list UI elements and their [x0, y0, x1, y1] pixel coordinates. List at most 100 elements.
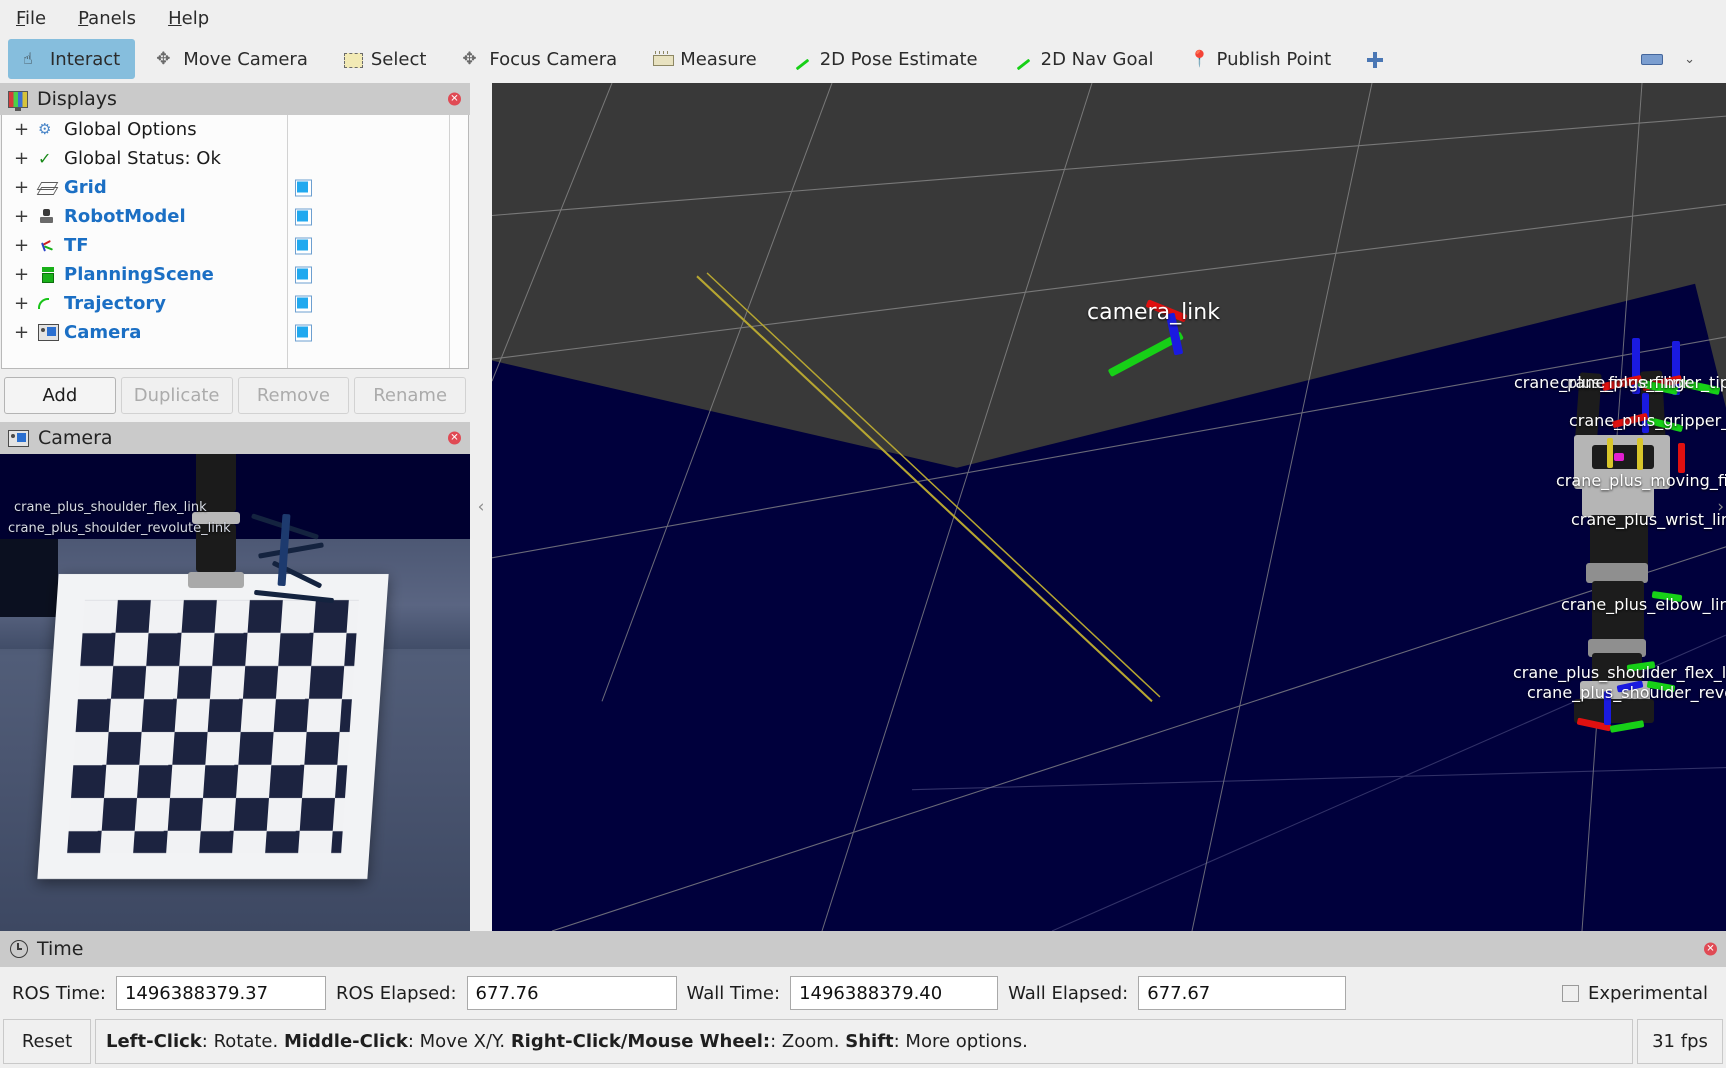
display-item-label: Grid [64, 177, 107, 198]
experimental-toggle[interactable]: Experimental [1561, 983, 1714, 1004]
wall-elapsed-label: Wall Elapsed: [1008, 982, 1129, 1004]
rename-button[interactable]: Rename [354, 377, 466, 414]
ros-elapsed-input[interactable]: 677.76 [466, 976, 677, 1010]
grid-icon [38, 182, 64, 194]
tool-interact[interactable]: ☝ Interact [8, 39, 136, 79]
expander-icon[interactable]: + [14, 206, 38, 227]
3d-render-view[interactable]: camera_link crane_plus_finger_link crane… [492, 83, 1726, 931]
camera-tf-label: crane_plus_shoulder_revolute_link [8, 521, 231, 536]
display-enable-checkbox[interactable] [295, 295, 312, 312]
panel-splitter[interactable]: ‹ [470, 83, 492, 931]
displays-icon [8, 90, 28, 111]
expander-icon[interactable]: + [14, 264, 38, 285]
menu-help[interactable]: Help [166, 6, 211, 31]
tf-label-camera-link: camera_link [1087, 300, 1220, 325]
robot-icon [38, 209, 64, 224]
tool-publish-point[interactable]: 📍 Publish Point [1175, 39, 1347, 79]
close-icon[interactable]: ✕ [448, 431, 461, 445]
tool-2d-nav-goal-label: 2D Nav Goal [1040, 48, 1154, 70]
tf-label-shoulder-revolute-link: crane_plus_shoulder_revolute_link [1527, 683, 1726, 702]
ros-time-input[interactable]: 1496388379.37 [115, 976, 326, 1010]
display-item-label: PlanningScene [64, 264, 214, 285]
tool-2d-pose-estimate[interactable]: 2D Pose Estimate [778, 39, 993, 79]
display-enable-checkbox[interactable] [295, 266, 312, 283]
experimental-checkbox[interactable] [1561, 984, 1579, 1002]
chevron-left-icon[interactable]: ‹ [478, 497, 485, 517]
tool-measure-label: Measure [680, 48, 757, 70]
tool-measure[interactable]: Measure [638, 39, 772, 79]
select-icon [343, 50, 364, 68]
display-item-grid[interactable]: + Grid [2, 173, 468, 202]
tool-select[interactable]: Select [329, 39, 442, 79]
plus-icon [1367, 50, 1387, 68]
reset-button[interactable]: Reset [3, 1019, 91, 1064]
add-button[interactable]: Add [4, 377, 116, 414]
tool-select-label: Select [370, 48, 427, 70]
menubar: File Panels Help [0, 0, 1726, 36]
duplicate-button[interactable]: Duplicate [120, 377, 233, 414]
tool-move-camera[interactable]: ✥ Move Camera [141, 39, 323, 79]
wall-time-input[interactable]: 1496388379.40 [790, 976, 999, 1010]
close-icon[interactable]: ✕ [1704, 942, 1717, 956]
display-item-tf[interactable]: + TF [2, 231, 468, 260]
tf-label-moving-finger-link: crane_plus_moving_finger_link [1556, 471, 1726, 490]
expander-icon[interactable]: + [14, 235, 38, 256]
chevron-right-icon[interactable]: › [1717, 497, 1724, 517]
expander-icon[interactable]: + [14, 119, 38, 140]
wall-elapsed-input[interactable]: 677.67 [1138, 976, 1347, 1010]
remove-button[interactable]: Remove [237, 377, 350, 414]
display-enable-checkbox[interactable] [295, 324, 312, 341]
camera-panel-title: Camera [38, 427, 113, 449]
tf-axes-icon [38, 238, 64, 253]
toolbar-minimize-button[interactable]: ⌄ [1626, 39, 1720, 79]
display-enable-checkbox[interactable] [295, 237, 312, 254]
display-item-global-options[interactable]: + ⚙ Global Options [2, 115, 468, 144]
tf-label-elbow-link: crane_plus_elbow_link [1561, 595, 1726, 614]
help-text-2: : Move X/Y. [407, 1031, 511, 1052]
expander-icon[interactable]: + [14, 322, 38, 343]
tool-focus-camera[interactable]: ✥ Focus Camera [447, 39, 632, 79]
display-enable-checkbox[interactable] [295, 179, 312, 196]
move-camera-icon: ✥ [156, 49, 171, 69]
close-icon[interactable]: ✕ [448, 92, 461, 106]
rviz-window: File Panels Help ☝ Interact ✥ Move Camer… [0, 0, 1726, 1068]
display-item-label: Global Status: Ok [64, 148, 221, 169]
displays-tree[interactable]: + ⚙ Global Options + ✓ Global Status: Ok… [1, 115, 469, 369]
display-item-camera[interactable]: + Camera [2, 318, 468, 347]
tool-publish-point-label: Publish Point [1216, 48, 1332, 70]
help-shift: Shift [845, 1031, 894, 1052]
display-item-trajectory[interactable]: + Trajectory [2, 289, 468, 318]
map-pin-icon: 📍 [1189, 49, 1210, 68]
clock-icon [10, 940, 28, 958]
menu-panels[interactable]: Panels [76, 6, 138, 31]
left-dock: Displays ✕ + ⚙ Global Options + ✓ Global… [0, 83, 470, 931]
tool-2d-nav-goal[interactable]: 2D Nav Goal [999, 39, 1169, 79]
display-item-robotmodel[interactable]: + RobotModel [2, 202, 468, 231]
display-item-label: Camera [64, 322, 142, 343]
camera-icon [8, 429, 29, 447]
ros-time-label: ROS Time: [12, 982, 106, 1004]
menu-file[interactable]: File [14, 6, 48, 31]
expander-icon[interactable]: + [14, 293, 38, 314]
tool-move-camera-label: Move Camera [183, 48, 308, 70]
camera-panel: Camera ✕ crane_plus_shoulder_flex_link c… [0, 422, 470, 931]
tool-add[interactable] [1352, 39, 1402, 79]
display-enable-checkbox[interactable] [295, 208, 312, 225]
expander-icon[interactable]: + [14, 148, 38, 169]
tool-focus-camera-label: Focus Camera [489, 48, 618, 70]
focus-camera-icon: ✥ [462, 49, 477, 69]
time-panel-title: Time [37, 938, 84, 960]
display-item-planningscene[interactable]: + PlanningScene [2, 260, 468, 289]
ruler-icon [653, 50, 675, 68]
camera-panel-header: Camera ✕ [0, 422, 470, 454]
camera-image-view[interactable]: crane_plus_shoulder_flex_link crane_plus… [0, 454, 470, 931]
grid-lines [492, 83, 1726, 931]
help-text-1: : Rotate. [201, 1031, 284, 1052]
wall-time-label: Wall Time: [686, 982, 781, 1004]
chevron-down-icon: ⌄ [1684, 51, 1695, 67]
pose-arrow-icon [793, 50, 813, 68]
display-item-label: TF [64, 235, 89, 256]
display-item-global-status[interactable]: + ✓ Global Status: Ok [2, 144, 468, 173]
expander-icon[interactable]: + [14, 177, 38, 198]
camera-tf-label: crane_plus_shoulder_flex_link [14, 500, 207, 515]
